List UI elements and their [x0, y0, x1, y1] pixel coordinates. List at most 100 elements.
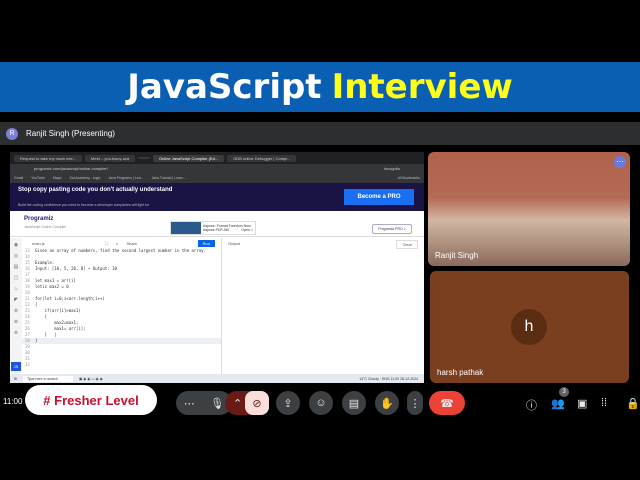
url-text: programiz.com/javascript/online-compiler… [34, 166, 108, 171]
file-tab[interactable]: main.js [32, 241, 45, 246]
python-icon[interactable]: ◉ [14, 242, 18, 248]
line-text: max2=max1; [35, 320, 79, 325]
mic-group: ⋯ 🎙 [176, 391, 232, 415]
meeting-clock: 11:00 [3, 397, 23, 406]
share-button[interactable]: Share [126, 241, 137, 246]
r-icon[interactable]: ◎ [14, 253, 18, 259]
cpp-icon[interactable]: ⊛ [14, 319, 18, 325]
bookmark[interactable]: Maps [53, 176, 62, 180]
line-number: 28 [25, 338, 30, 343]
c-icon[interactable]: ⊛ [14, 308, 18, 314]
editor-toolbar: main.js ⛶ ◐ Share Run [22, 238, 221, 248]
js-icon[interactable]: JS [11, 362, 21, 371]
video-options-icon[interactable]: ⌃ [233, 397, 242, 410]
java-icon[interactable]: ♨ [14, 286, 18, 292]
browser-tab[interactable]: Meet – yoo-bwuy-sza [85, 154, 136, 162]
tray-date: 28-12-2024 [400, 376, 418, 381]
line-number: 15 [25, 260, 30, 265]
all-bookmarks[interactable]: All Bookmarks [398, 176, 420, 180]
html-icon[interactable]: ▢ [14, 275, 19, 281]
camera-off-icon[interactable]: ⊘ [245, 391, 269, 415]
fullscreen-icon[interactable]: ⛶ [105, 241, 108, 246]
people-icon[interactable]: 👥 [551, 397, 565, 410]
activities-icon[interactable]: ⁞⁞ [601, 397, 607, 409]
ad-open[interactable]: Open > [241, 228, 253, 232]
run-button[interactable]: Run [197, 239, 215, 247]
clear-button[interactable]: Clear [396, 240, 418, 249]
line-text: max1= arr[i]; [35, 326, 86, 331]
raise-hand-icon[interactable]: ✋ [375, 391, 399, 415]
line-number: 20 [25, 290, 30, 295]
code-editor[interactable]: main.js ⛶ ◐ Share Run 13 Given an array of nu… [22, 238, 222, 374]
leave-call-icon[interactable]: ☎ [429, 391, 465, 415]
profile-label[interactable]: Incognito [384, 166, 400, 171]
line-text: Example: [35, 260, 55, 265]
mic-icon[interactable]: 🎙 [210, 397, 224, 410]
line-number: 31 [25, 356, 30, 361]
chat-icon[interactable]: ▣ [577, 397, 587, 410]
browser-tab[interactable]: GDB online Debugger | Compi... [227, 154, 297, 162]
line-number: 19 [25, 284, 30, 289]
host-controls-icon[interactable]: 🔒 [626, 397, 640, 410]
promo-subtitle: Build the coding confidence you need to … [18, 203, 150, 207]
csharp-icon[interactable]: ⊛ [14, 330, 18, 336]
more-icon[interactable]: ⋮ [407, 391, 423, 415]
line-text: letis max2 = 0 [35, 284, 69, 289]
address-bar[interactable]: programiz.com/javascript/online-compiler… [10, 164, 424, 173]
browser-tab-active[interactable]: Online JavaScript Compiler (Ed... [153, 154, 225, 162]
ad-sub: Aspose.PDF.JAV [203, 228, 230, 232]
bookmark[interactable]: Sai Academy - login [69, 176, 100, 180]
programiz-pro-button[interactable]: Programiz PRO > [372, 224, 412, 234]
bookmark[interactable]: YouTube [31, 176, 45, 180]
participant-tile-harsh[interactable]: h harsh pathak [430, 271, 629, 383]
taskbar-search[interactable]: Type here to search [22, 375, 73, 382]
code-line: 32 [22, 362, 221, 368]
presenter-avatar: R [6, 127, 18, 140]
bookmark[interactable]: Gmail [14, 176, 23, 180]
logo-text: Programiz [24, 216, 54, 222]
kotlin-icon[interactable]: ◤ [14, 297, 18, 303]
bookmark[interactable]: Java Programs | Lea... [108, 176, 143, 180]
site-subtitle: JavaScript Online Compiler [24, 225, 67, 229]
line-text: { [35, 314, 48, 319]
audio-options-icon[interactable]: ⋯ [184, 397, 195, 410]
promo-banner: Stop copy pasting code you don't actuall… [10, 183, 424, 211]
windows-start-icon[interactable]: ⊞ [14, 377, 17, 381]
ad-box[interactable]: Aspose: Format Freedom Now Aspose.PDF.JAV… [170, 221, 256, 235]
line-number: 16 [25, 266, 30, 271]
line-number: 30 [25, 350, 30, 355]
become-pro-button[interactable]: Become a PRO [344, 189, 414, 205]
emoji-icon[interactable]: ☺ [309, 391, 333, 415]
participant-avatar: h [511, 309, 547, 345]
title-text: JavaScript [127, 67, 322, 107]
line-number: 27 [25, 332, 30, 337]
present-icon[interactable]: ⇪ [276, 391, 300, 415]
line-number: 24 [25, 314, 30, 319]
language-sidebar: ◉ ◎ ▤ ▢ ♨ ◤ ⊛ ⊛ ⊛ JS [10, 238, 22, 374]
system-tray: 14°C Cloudy · ENG 11:00 28-12-2024 [359, 376, 418, 381]
participant-tile-ranjit[interactable]: ⋯ Ranjit Singh [428, 152, 630, 266]
browser-tab[interactable] [138, 157, 151, 159]
browser-tab[interactable]: Request to take my mock inte... [14, 154, 83, 162]
programiz-logo[interactable]: Programiz JavaScript Online Compiler [24, 216, 66, 229]
line-number: 14 [25, 254, 30, 259]
theme-icon[interactable]: ◐ [116, 241, 118, 246]
captions-icon[interactable]: ▤ [342, 391, 366, 415]
sql-icon[interactable]: ▤ [14, 264, 19, 270]
line-number: 23 [25, 308, 30, 313]
participant-name: Ranjit Singh [435, 251, 479, 260]
participant-name: harsh pathak [437, 368, 484, 377]
code-lines: 13 Given an array of numbers, find the se… [22, 248, 221, 368]
browser-tabs: Request to take my mock inte... Meet – y… [10, 152, 424, 164]
weather[interactable]: 14°C Cloudy [359, 377, 379, 381]
line-text: } | [35, 332, 57, 337]
title-highlight: Interview [331, 67, 513, 107]
taskbar-apps-icon[interactable]: ▣ ◉ ◉ ▭ ◉ ◉ [79, 377, 103, 381]
more-options-icon[interactable]: ⋯ [614, 156, 626, 168]
info-icon[interactable]: ⓘ [526, 397, 537, 413]
line-number: 21 [25, 296, 30, 301]
line-number: 25 [25, 320, 30, 325]
title-banner: JavaScript Interview [0, 62, 640, 112]
bookmark[interactable]: Java Tutorial | Learn... [152, 176, 187, 180]
line-number: 29 [25, 344, 30, 349]
